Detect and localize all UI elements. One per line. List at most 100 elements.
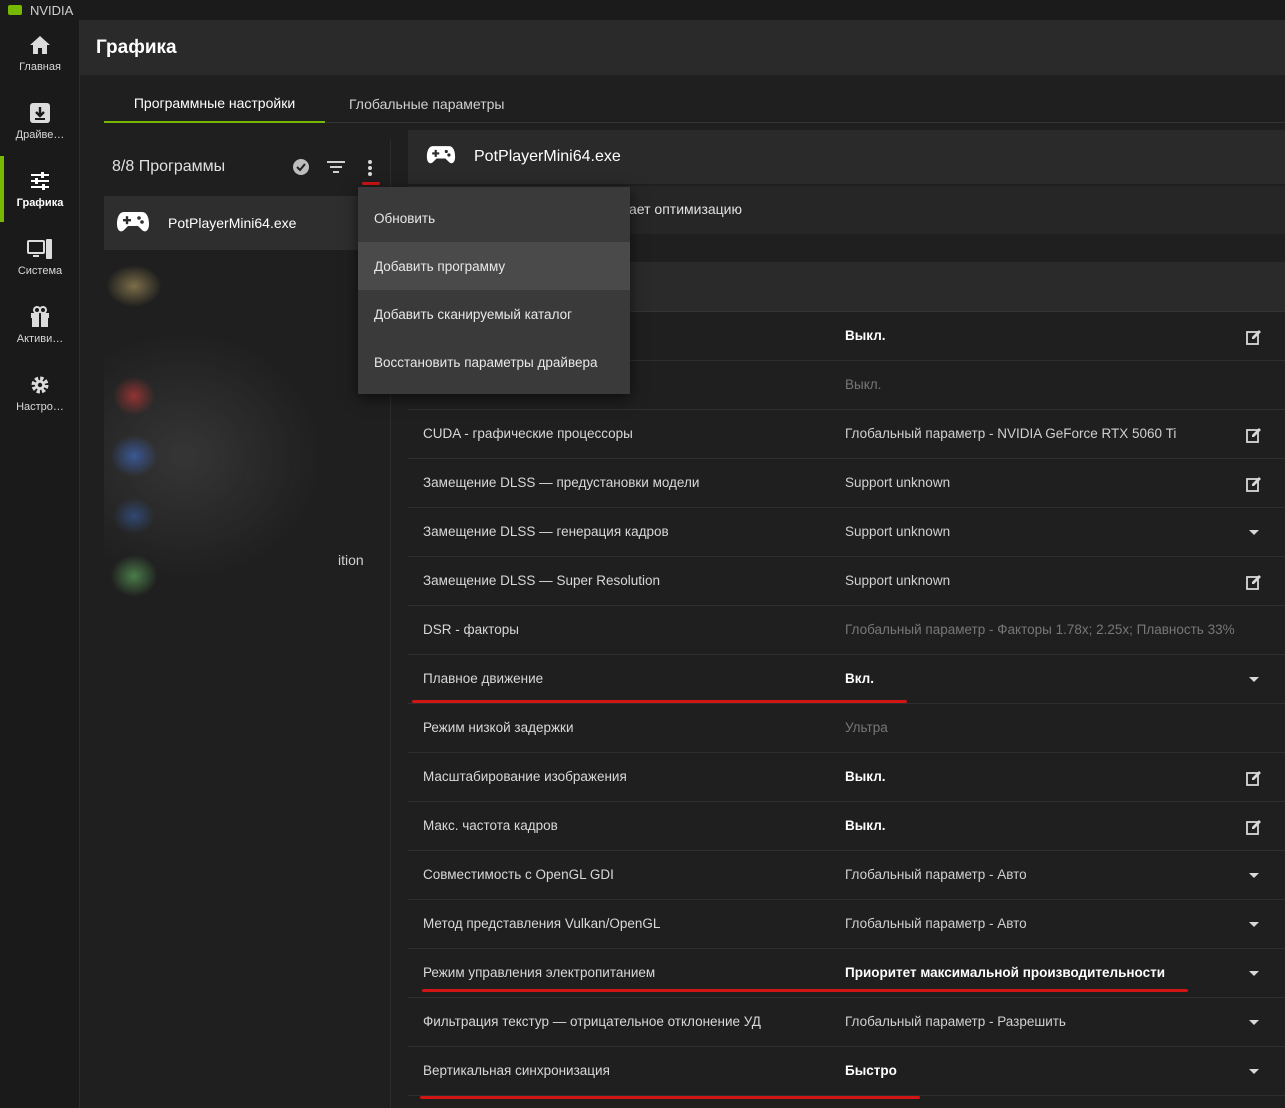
nav-label: Настро…: [16, 401, 64, 413]
setting-row[interactable]: DSR - факторы Глобальный параметр - Факто…: [408, 606, 1285, 655]
setting-value: Выкл.: [845, 328, 886, 343]
program-name: PotPlayerMini64.exe: [168, 215, 297, 231]
setting-row[interactable]: Метод представления Vulkan/OpenGL Глобаль…: [408, 900, 1285, 949]
setting-row[interactable]: Фильтрация текстур — отрицательное откло…: [408, 998, 1285, 1047]
system-icon: [27, 237, 53, 261]
annotation-underline: [422, 989, 1188, 992]
programs-panel: 8/8 Программы PotPlayerMini64.exe ition: [104, 140, 390, 1108]
setting-value: Support unknown: [845, 475, 951, 490]
nav-item-drivers[interactable]: Драйве…: [0, 88, 80, 154]
filter-icon[interactable]: [326, 158, 346, 178]
nav-label: Активи…: [16, 333, 64, 345]
annotation-underline: [362, 182, 380, 185]
setting-row[interactable]: Вертикальная синхронизация Быстро: [408, 1047, 1285, 1096]
setting-row[interactable]: Режим низкой задержки Ультра: [408, 704, 1285, 753]
setting-row[interactable]: Замещение DLSS — Super Resolution Support…: [408, 557, 1285, 606]
gamepad-icon: [116, 210, 150, 237]
tab-program-settings[interactable]: Программные настройки: [104, 84, 325, 123]
verified-icon[interactable]: [292, 158, 310, 178]
chevron-down-icon[interactable]: [1244, 915, 1264, 935]
optimization-text: ает оптимизацию: [629, 201, 742, 217]
setting-value: Support unknown: [845, 524, 951, 539]
setting-row[interactable]: Масштабирование изображения Выкл.: [408, 753, 1285, 802]
nav-item-activities[interactable]: Активи…: [0, 292, 80, 358]
edit-icon[interactable]: [1244, 474, 1264, 494]
chevron-down-icon[interactable]: [1244, 670, 1264, 690]
setting-value: Глобальный параметр - Разрешить: [845, 1014, 1066, 1029]
chevron-down-icon[interactable]: [1244, 1013, 1264, 1033]
setting-name: Замещение DLSS — предустановки модели: [423, 475, 700, 490]
app-name: NVIDIA: [30, 2, 74, 18]
nav-label: Система: [17, 265, 63, 277]
setting-value: Выкл.: [845, 377, 882, 392]
nav-item-settings[interactable]: Настро…: [0, 360, 80, 426]
setting-value: Выкл.: [845, 818, 886, 833]
setting-name: Макс. частота кадров: [423, 818, 558, 833]
setting-value: Выкл.: [845, 769, 886, 784]
setting-name: CUDA - графические процессоры: [423, 426, 633, 441]
menu-item-add-program[interactable]: Добавить программу: [358, 242, 630, 290]
more-options-menu: Обновить Добавить программу Добавить ска…: [358, 187, 630, 394]
gift-icon: [29, 305, 51, 329]
setting-name: Фильтрация текстур — отрицательное откло…: [423, 1014, 761, 1029]
edit-icon[interactable]: [1244, 327, 1264, 347]
chevron-down-icon[interactable]: [1244, 523, 1264, 543]
menu-item-add-scan-folder[interactable]: Добавить сканируемый каталог: [358, 290, 630, 338]
setting-row[interactable]: Макс. частота кадров Выкл.: [408, 802, 1285, 851]
tab-bar: Программные настройки Глобальные парамет…: [104, 84, 1285, 123]
setting-row[interactable]: Плавное движение Вкл.: [408, 655, 1285, 704]
setting-row[interactable]: CUDA - графические процессоры Глобальный …: [408, 410, 1285, 459]
sliders-icon: [29, 169, 51, 193]
nvidia-logo-icon: [8, 5, 22, 15]
setting-value: Глобальный параметр - Авто: [845, 867, 1027, 882]
setting-name: Режим управления электропитанием: [423, 965, 656, 980]
setting-name: Плавное движение: [423, 671, 544, 686]
edit-icon[interactable]: [1244, 768, 1264, 788]
setting-value: Глобальный параметр - Авто: [845, 916, 1027, 931]
nav-item-graphics[interactable]: Графика: [0, 156, 80, 222]
nav-label: Драйве…: [15, 129, 65, 141]
setting-row[interactable]: Замещение DLSS — предустановки модели Sup…: [408, 459, 1285, 508]
menu-item-restore-driver-settings[interactable]: Восстановить параметры драйвера: [358, 338, 630, 386]
setting-name: DSR - факторы: [423, 622, 519, 637]
program-row-selected[interactable]: PotPlayerMini64.exe: [104, 196, 364, 250]
setting-name: Режим низкой задержки: [423, 720, 574, 735]
more-options-icon[interactable]: [363, 158, 377, 178]
setting-name: Метод представления Vulkan/OpenGL: [423, 916, 661, 931]
app-title: PotPlayerMini64.exe: [474, 148, 621, 165]
home-icon: [29, 33, 51, 57]
page-title: Графика: [80, 20, 1285, 75]
settings-list: Выкл. Выкл. CUDA - графические процессоры Г…: [408, 312, 1285, 1096]
menu-item-refresh[interactable]: Обновить: [358, 194, 630, 242]
setting-row[interactable]: Замещение DLSS — генерация кадров Support…: [408, 508, 1285, 557]
partial-text: ition: [338, 552, 364, 568]
driver-icon: [29, 101, 51, 125]
nav-item-home[interactable]: Главная: [0, 20, 80, 86]
gear-icon: [29, 373, 51, 397]
chevron-down-icon[interactable]: [1244, 866, 1264, 886]
nav-label: Главная: [19, 61, 61, 73]
edit-icon[interactable]: [1244, 425, 1264, 445]
edit-icon[interactable]: [1244, 817, 1264, 837]
setting-row[interactable]: Совместимость с OpenGL GDI Глобальный пар…: [408, 851, 1285, 900]
edit-icon[interactable]: [1244, 572, 1264, 592]
setting-value: Быстро: [845, 1063, 897, 1078]
nav-label: Графика: [16, 197, 64, 209]
side-nav: Главная Драйве… Графика Система Активи… …: [0, 20, 80, 1108]
tab-global-settings[interactable]: Глобальные параметры: [349, 84, 504, 123]
nav-item-system[interactable]: Система: [0, 224, 80, 290]
setting-value: Ультра: [845, 720, 888, 735]
chevron-down-icon[interactable]: [1244, 1062, 1264, 1082]
title-bar: NVIDIA: [0, 0, 1285, 20]
app-header: PotPlayerMini64.exe: [408, 130, 1285, 184]
annotation-underline: [420, 1096, 920, 1099]
setting-value: Глобальный параметр - NVIDIA GeForce RTX…: [845, 426, 1177, 441]
setting-name: Масштабирование изображения: [423, 769, 627, 784]
chevron-down-icon[interactable]: [1244, 964, 1264, 984]
gamepad-icon: [426, 144, 456, 171]
setting-value: Support unknown: [845, 573, 951, 588]
setting-name: Вертикальная синхронизация: [423, 1063, 610, 1078]
setting-name: Совместимость с OpenGL GDI: [423, 867, 614, 882]
background-scatter-art: [104, 256, 344, 646]
setting-name: Замещение DLSS — генерация кадров: [423, 524, 669, 539]
